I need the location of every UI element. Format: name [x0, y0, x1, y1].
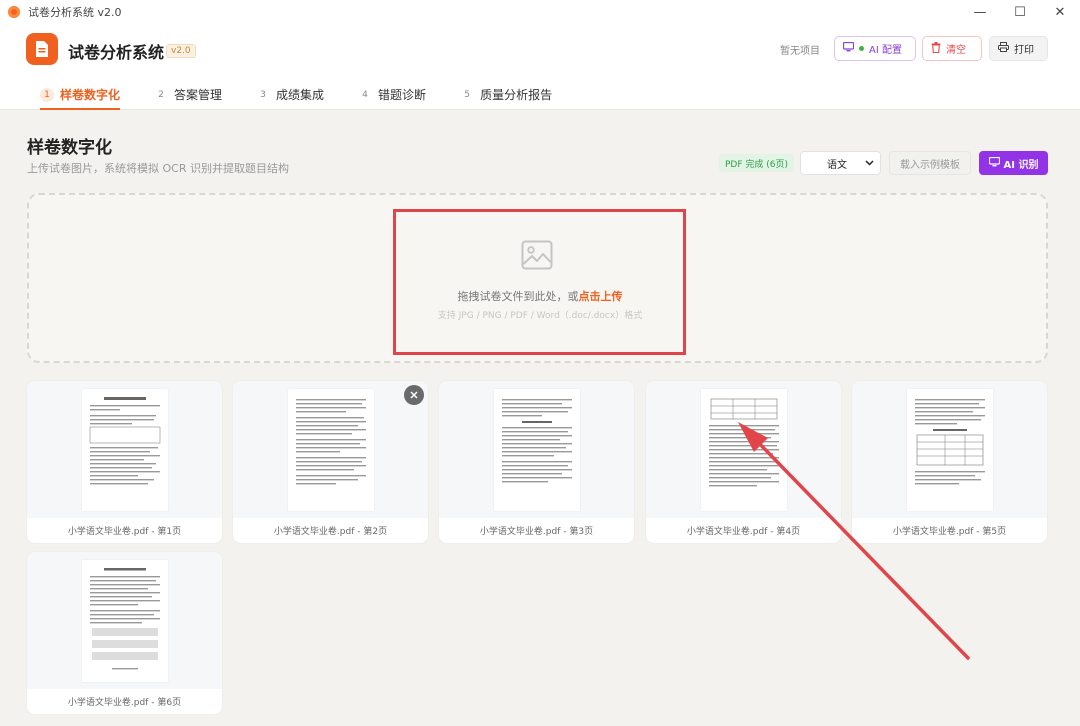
thumbnail-area: [233, 381, 428, 518]
close-window-button[interactable]: ✕: [1040, 0, 1080, 24]
app-small-icon: [8, 6, 20, 18]
clear-button[interactable]: 清空: [922, 36, 982, 61]
maximize-button[interactable]: ☐: [1000, 0, 1040, 24]
version-badge: v2.0: [166, 44, 196, 58]
page-caption: 小学语文毕业卷.pdf - 第4页: [686, 527, 801, 537]
app-title: 试卷分析系统: [68, 43, 165, 62]
thumbnail-area: [27, 381, 222, 518]
language-value: 语文: [827, 159, 847, 171]
thumbnail-area: [27, 552, 222, 689]
tab-number: 1: [40, 87, 54, 102]
ai-config-button[interactable]: AI 配置: [834, 36, 916, 61]
page-subtitle: 上传试卷图片，系统将模拟 OCR 识别并提取题目结构: [27, 162, 289, 175]
upload-prompt-text: 拖拽试卷文件到此处，或: [457, 290, 579, 303]
tab-label: 样卷数字化: [60, 88, 121, 102]
tab-label: 质量分析报告: [480, 88, 553, 102]
trash-icon: [931, 41, 941, 56]
print-label: 打印: [1014, 45, 1034, 56]
ai-ocr-label: AI 识别: [1003, 159, 1039, 171]
load-sample-button[interactable]: 载入示例模板: [889, 151, 971, 175]
tab-label: 成绩集成: [276, 88, 325, 102]
page-thumbnail-card[interactable]: 小学语文毕业卷.pdf - 第3页: [439, 381, 634, 543]
thumbnail-area: [852, 381, 1047, 518]
tab-diagnosis[interactable]: 4 错题诊断: [358, 79, 426, 110]
page-thumbnail-card[interactable]: 小学语文毕业卷.pdf - 第4页: [646, 381, 841, 543]
close-icon[interactable]: [404, 385, 424, 405]
page-title: 样卷数字化: [27, 138, 112, 158]
page-thumbnail-card[interactable]: 小学语文毕业卷.pdf - 第2页: [233, 381, 428, 543]
printer-icon: [998, 42, 1009, 55]
page-caption: 小学语文毕业卷.pdf - 第2页: [273, 527, 388, 537]
page-caption: 小学语文毕业卷.pdf - 第5页: [892, 527, 1007, 537]
tab-number: 5: [464, 89, 470, 100]
tab-label: 错题诊断: [378, 88, 427, 102]
tab-report[interactable]: 5 质量分析报告: [460, 79, 552, 110]
monitor-icon: [988, 156, 1000, 170]
document-icon: [26, 33, 58, 65]
window-title: 试卷分析系统 v2.0: [28, 6, 122, 19]
page-thumbnail-image: [82, 560, 168, 682]
page-caption: 小学语文毕业卷.pdf - 第6页: [67, 698, 182, 708]
tab-label: 答案管理: [174, 88, 223, 102]
print-button[interactable]: 打印: [989, 36, 1048, 61]
clear-label: 清空: [946, 45, 966, 56]
window-titlebar: 试卷分析系统 v2.0: [0, 0, 1080, 24]
tab-scores[interactable]: 3 成绩集成: [256, 79, 324, 110]
ai-ocr-button[interactable]: AI 识别: [979, 151, 1048, 175]
page-thumbnail-image: [494, 389, 580, 511]
ai-config-label: AI 配置: [869, 45, 902, 56]
app-header: 试卷分析系统 v2.0 暂无项目 AI 配置 清空 打印 1 样卷数字化 2 答…: [0, 24, 1080, 110]
page-thumbnail-image: [82, 389, 168, 511]
tab-number: 2: [158, 89, 164, 100]
upload-format-hint: 支持 JPG / PNG / PDF / Word（.doc/.docx）格式: [437, 311, 643, 321]
tab-number: 3: [260, 89, 266, 100]
page-thumbnail-image: [701, 389, 787, 511]
pdf-status-badge: PDF 完成 (6页): [719, 154, 795, 172]
page-caption: 小学语文毕业卷.pdf - 第3页: [479, 527, 594, 537]
thumbnail-area: [646, 381, 841, 518]
tab-digitize[interactable]: 1 样卷数字化: [40, 79, 121, 110]
page-thumbnail-card[interactable]: 小学语文毕业卷.pdf - 第1页: [27, 381, 222, 543]
chevron-down-icon: [865, 158, 874, 169]
tab-number: 4: [362, 89, 368, 100]
tab-answers[interactable]: 2 答案管理: [154, 79, 222, 110]
minimize-button[interactable]: —: [960, 0, 1000, 24]
upload-prompt: 拖拽试卷文件到此处，或点击上传: [0, 288, 1080, 304]
status-dot: [859, 46, 864, 51]
project-status: 暂无项目: [780, 46, 820, 57]
image-icon: [521, 240, 553, 274]
upload-link[interactable]: 点击上传: [579, 290, 623, 303]
page-caption: 小学语文毕业卷.pdf - 第1页: [67, 527, 182, 537]
step-tabs: 1 样卷数字化 2 答案管理 3 成绩集成 4 错题诊断 5 质量分析报告: [40, 79, 586, 110]
monitor-icon: [842, 41, 855, 55]
language-select[interactable]: 语文: [800, 151, 881, 175]
page-thumbnail-image: [288, 389, 374, 511]
annotation-highlight-box: [393, 209, 686, 355]
page-thumbnail-image: [907, 389, 993, 511]
thumbnail-area: [439, 381, 634, 518]
page-thumbnail-card[interactable]: 小学语文毕业卷.pdf - 第6页: [27, 552, 222, 714]
page-thumbnail-card[interactable]: 小学语文毕业卷.pdf - 第5页: [852, 381, 1047, 543]
